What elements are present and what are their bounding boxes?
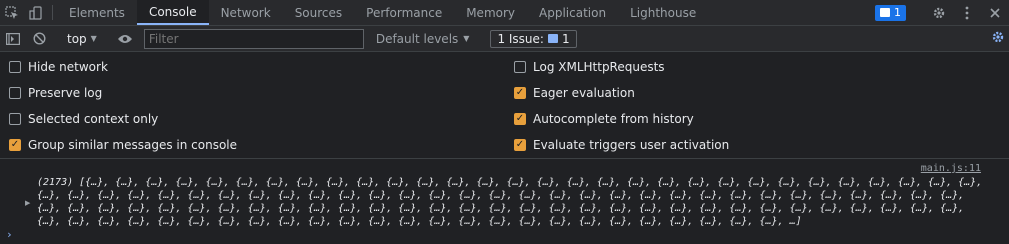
tab-performance[interactable]: Performance [354,0,454,25]
option-label: Selected context only [28,112,159,126]
option-log-xmlhttprequests[interactable]: Log XMLHttpRequests [505,54,1009,80]
tab-application[interactable]: Application [527,0,618,25]
option-label: Autocomplete from history [533,112,694,126]
device-toolbar-icon[interactable] [24,0,48,25]
checkbox-unchecked[interactable] [9,113,21,125]
console-messages: main.js:11 ▶ (2173) [{…}, {…}, {…}, {…},… [0,159,1009,243]
console-toolbar: top ▼ Default levels ▼ 1 Issue: 1 [0,26,1009,52]
gear-icon[interactable] [925,6,953,20]
option-group-similar-messages[interactable]: ✓ Group similar messages in console [0,132,505,158]
option-evaluate-triggers-user-activation[interactable]: ✓ Evaluate triggers user activation [505,132,1009,158]
option-autocomplete-from-history[interactable]: ✓ Autocomplete from history [505,106,1009,132]
filter-input[interactable] [143,28,364,49]
console-prompt-icon[interactable]: › [6,228,13,241]
option-eager-evaluation[interactable]: ✓ Eager evaluation [505,80,1009,106]
tab-sources[interactable]: Sources [283,0,354,25]
message-icon [547,34,558,43]
tabbar-right-tools: 1 [875,0,1009,25]
close-icon[interactable] [981,7,1009,18]
tab-lighthouse[interactable]: Lighthouse [618,0,708,25]
checkbox-checked[interactable]: ✓ [514,87,526,99]
devtools-tabbar: Elements Console Network Sources Perform… [0,0,1009,26]
option-label: Group similar messages in console [28,138,237,152]
log-levels-label: Default levels [375,31,459,46]
option-hide-network[interactable]: Hide network [0,54,505,80]
checkbox-checked[interactable]: ✓ [514,113,526,125]
checkbox-checked[interactable]: ✓ [514,139,526,151]
option-label: Eager evaluation [533,86,635,100]
sidebar-toggle-icon[interactable] [0,32,26,45]
dropdown-arrow-icon: ▼ [90,34,97,43]
live-expression-eye-icon[interactable] [112,34,138,44]
tab-network[interactable]: Network [209,0,283,25]
console-log-entry: ▶ (2173) [{…}, {…}, {…}, {…}, {…}, {…}, … [0,163,1009,228]
dropdown-arrow-icon: ▼ [463,34,470,43]
gear-icon [991,30,1005,47]
inspect-element-icon[interactable] [0,0,24,25]
checkbox-unchecked[interactable] [9,87,21,99]
option-label: Preserve log [28,86,103,100]
tab-elements[interactable]: Elements [57,0,137,25]
divider [52,5,53,20]
option-preserve-log[interactable]: Preserve log [0,80,505,106]
expand-arrow-icon[interactable]: ▶ [25,199,30,207]
message-icon [880,8,890,17]
option-label: Hide network [28,60,108,74]
tab-memory[interactable]: Memory [454,0,527,25]
option-label: Log XMLHttpRequests [533,60,665,74]
issues-count: 1 [561,31,570,46]
log-levels-dropdown[interactable]: Default levels ▼ [368,32,478,46]
checkbox-checked[interactable]: ✓ [9,139,21,151]
checkbox-unchecked[interactable] [9,61,21,73]
context-value: top [67,31,87,46]
checkbox-unchecked[interactable] [514,61,526,73]
issues-badge[interactable]: 1 [875,4,906,21]
console-settings-panel: Hide network Log XMLHttpRequests Preserv… [0,52,1009,159]
more-options-icon[interactable] [953,6,981,20]
issues-badge-count: 1 [894,6,901,19]
issues-button[interactable]: 1 Issue: 1 [490,29,577,48]
option-label: Evaluate triggers user activation [533,138,730,152]
issues-label: 1 Issue: [497,31,544,46]
tab-console[interactable]: Console [136,0,209,25]
clear-console-icon[interactable] [26,32,52,45]
context-selector[interactable]: top ▼ [61,32,103,46]
option-selected-context-only[interactable]: Selected context only [0,106,505,132]
console-settings-button[interactable] [991,26,1005,51]
log-array-preview[interactable]: (2173) [{…}, {…}, {…}, {…}, {…}, {…}, {…… [37,176,985,228]
